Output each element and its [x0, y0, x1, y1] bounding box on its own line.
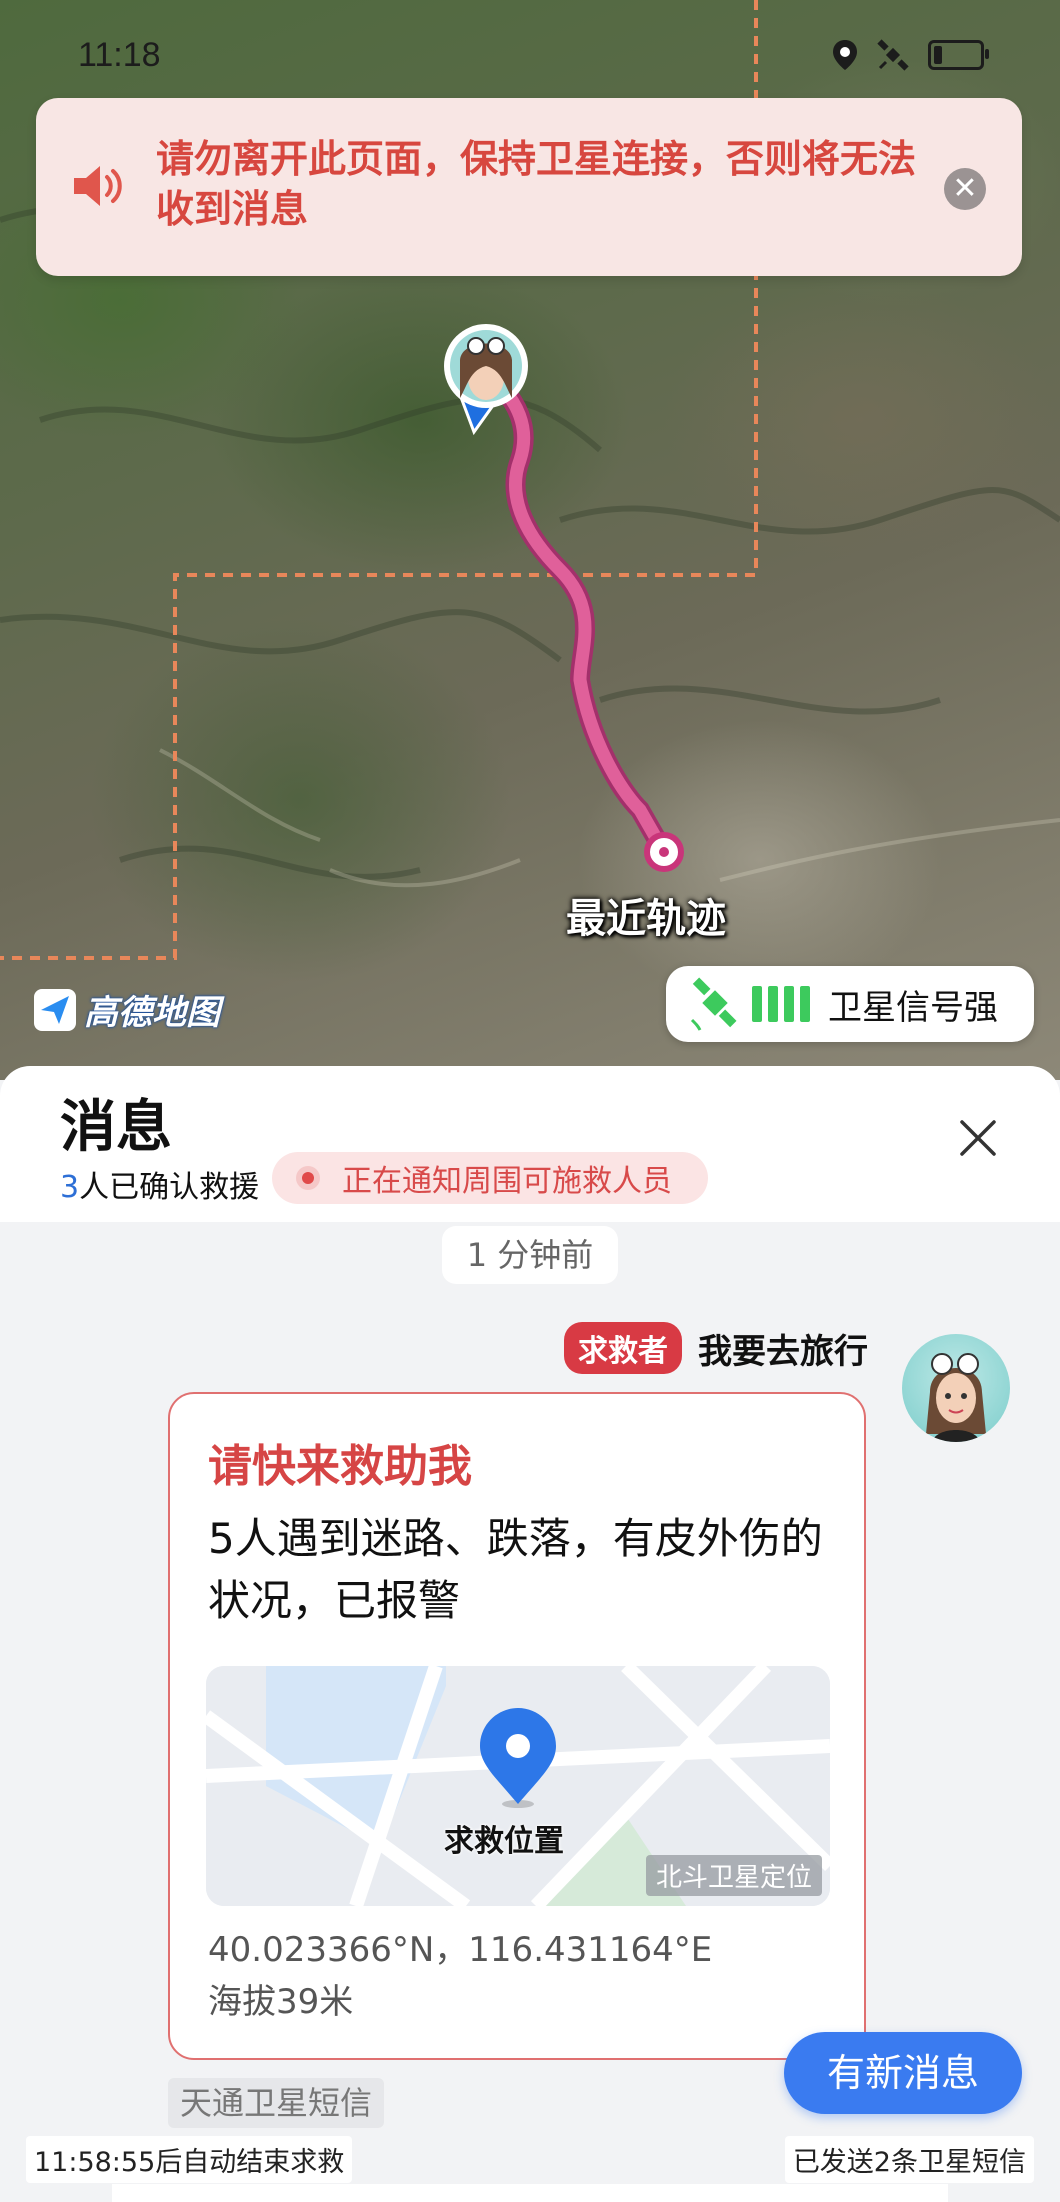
battery-icon	[928, 40, 989, 70]
notify-text: 正在通知周围可施救人员	[342, 1164, 672, 1199]
speaker-icon	[74, 166, 122, 206]
status-time: 11:18	[78, 36, 161, 74]
satellite-icon	[877, 39, 909, 71]
map-pin-label: 求救位置	[444, 1824, 564, 1859]
altitude: 海拔39米	[208, 1982, 354, 2022]
notifying-rescuers-badge: 正在通知周围可施救人员	[272, 1152, 708, 1204]
satellite-signal-indicator: 卫星信号强	[666, 966, 1034, 1042]
stay-on-page-warning: 请勿离开此页面，保持卫星连接，否则将无法收到消息 ✕	[36, 98, 1022, 276]
sos-title: 请快来救助我	[208, 1441, 472, 1492]
bottom-input-strip	[112, 2184, 948, 2202]
footer-status-bar: 11:58:55后自动结束求救 已发送2条卫星短信	[0, 2132, 1060, 2202]
location-details: 40.023366°N，116.431164°E 海拔39米	[208, 1924, 712, 2028]
map-logo-text: 高德地图	[84, 993, 220, 1033]
signal-bars	[752, 986, 810, 1022]
new-message-button[interactable]: 有新消息	[784, 2032, 1022, 2114]
close-panel-icon[interactable]	[958, 1118, 998, 1158]
confirmed-text: 人已确认救援	[79, 1170, 260, 1205]
sent-count: 已发送2条卫星短信	[784, 2136, 1034, 2183]
sos-description: 5人遇到迷路、跌落，有皮外伤的状况，已报警	[208, 1514, 823, 1625]
panel-title: 消息	[60, 1095, 172, 1160]
location-icon	[833, 40, 857, 70]
confirmed-count: 3	[60, 1170, 80, 1205]
auto-end-countdown: 11:58:55后自动结束求救	[26, 2136, 353, 2183]
message-timestamp: 1 分钟前	[442, 1226, 618, 1284]
amap-logo-icon	[34, 988, 76, 1031]
recent-track-label: 最近轨迹	[566, 896, 726, 942]
status-icons	[832, 38, 989, 72]
map-provider-logo: 高德地图	[34, 985, 220, 1034]
avatar-image	[926, 1353, 986, 1442]
role-badge: 求救者	[564, 1322, 682, 1374]
pulse-dot-icon	[302, 1172, 314, 1184]
track-outline	[476, 362, 674, 862]
sos-message-card[interactable]: 请快来救助我 5人遇到迷路、跌落，有皮外伤的状况，已报警 求救位置 北斗卫星定位…	[168, 1392, 866, 2060]
avatar[interactable]	[902, 1334, 1010, 1442]
signal-label: 卫星信号强	[828, 987, 998, 1028]
warning-text: 请勿离开此页面，保持卫星连接，否则将无法收到消息	[156, 137, 917, 231]
satellite-map[interactable]: 11:18 请勿离开此页面，保持卫星连接，否则将无法收到消息 ✕ 最近轨迹 高德…	[0, 0, 1060, 1080]
close-warning-button[interactable]: ✕	[944, 168, 986, 210]
messages-panel-header: 消息 3人已确认救援 正在通知周围可施救人员	[0, 1066, 1060, 1222]
location-mini-map[interactable]: 求救位置 北斗卫星定位	[206, 1666, 830, 1906]
rescue-confirmed-status: 3人已确认救援	[60, 1162, 259, 1206]
sender-row: 求救者 我要去旅行	[564, 1322, 868, 1374]
sender-name: 我要去旅行	[698, 1331, 868, 1372]
map-source-label: 北斗卫星定位	[645, 1855, 822, 1896]
channel-tag: 天通卫星短信	[168, 2078, 385, 2128]
satellite-signal-icon	[690, 977, 737, 1031]
status-bar: 11:18	[0, 0, 1060, 110]
coordinates: 40.023366°N，116.431164°E	[208, 1930, 713, 1970]
